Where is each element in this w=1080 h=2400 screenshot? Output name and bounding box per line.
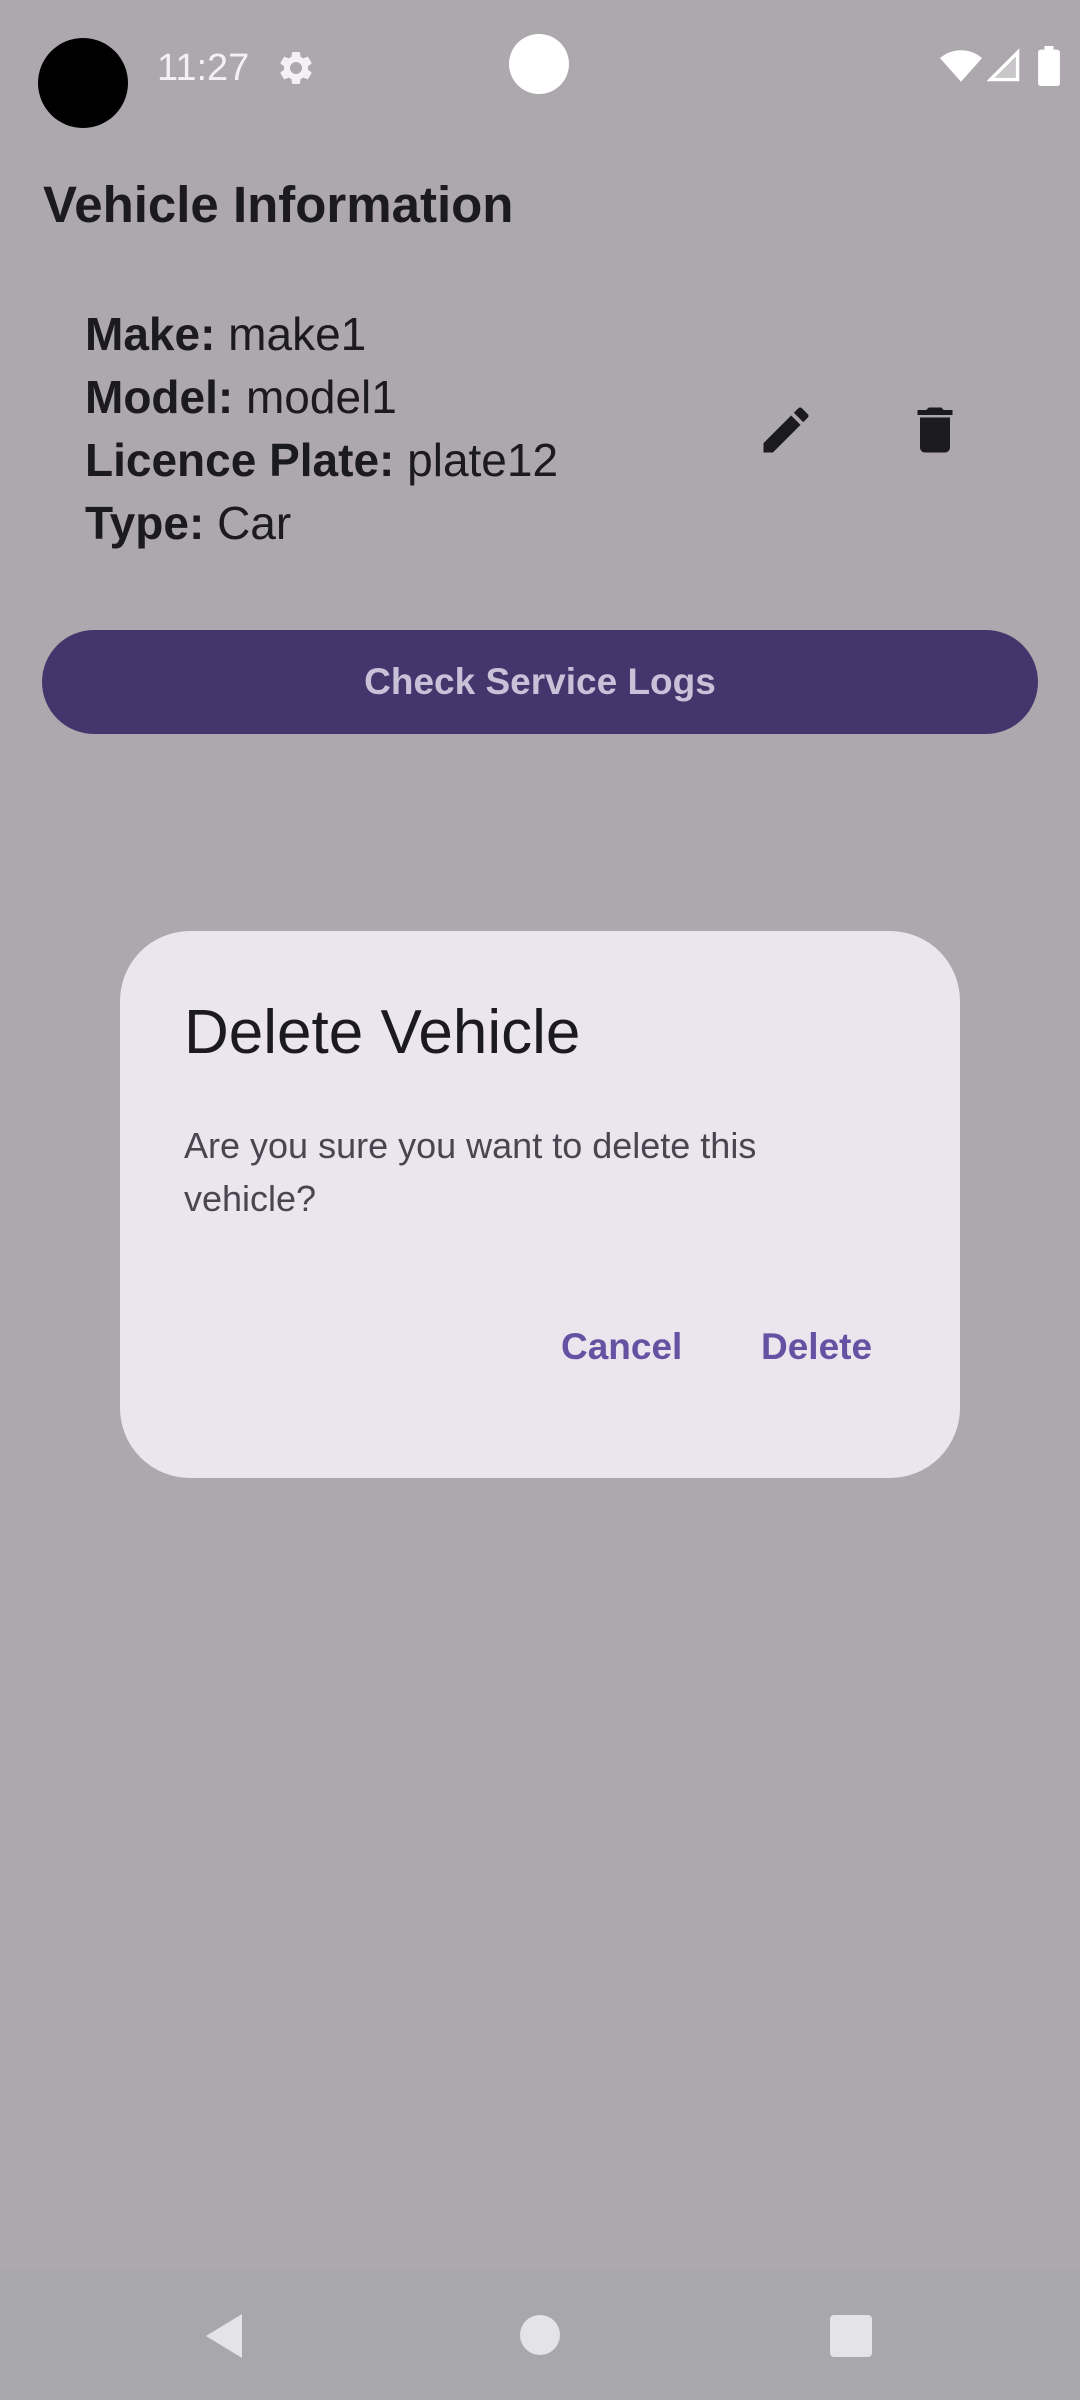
type-value: Car xyxy=(217,497,292,549)
back-icon[interactable] xyxy=(203,2312,245,2360)
type-row: Type: Car xyxy=(85,492,558,555)
home-icon[interactable] xyxy=(520,2315,560,2355)
licence-plate-value: plate12 xyxy=(407,434,559,486)
dialog-title: Delete Vehicle xyxy=(184,998,581,1067)
battery-icon xyxy=(1038,46,1060,86)
navigation-bar xyxy=(0,2270,1080,2400)
recents-icon[interactable] xyxy=(830,2315,872,2357)
front-camera-dot xyxy=(509,34,569,94)
licence-plate-label: Licence Plate: xyxy=(85,434,395,486)
dialog-message: Are you sure you want to delete this veh… xyxy=(184,1125,757,1219)
delete-icon[interactable] xyxy=(905,400,965,460)
status-bar: 11:27 xyxy=(0,0,1080,130)
page-title: Vehicle Information xyxy=(43,176,514,233)
model-value: model1 xyxy=(245,371,397,423)
model-row: Model: model1 xyxy=(85,366,558,429)
make-label: Make: xyxy=(85,308,216,360)
status-time: 11:27 xyxy=(157,47,250,89)
check-service-logs-button[interactable]: Check Service Logs xyxy=(42,630,1038,734)
make-row: Make: make1 xyxy=(85,303,558,366)
licence-plate-row: Licence Plate: plate12 xyxy=(85,429,558,492)
settings-icon xyxy=(280,51,312,84)
camera-cutout xyxy=(38,38,128,128)
vehicle-details: Make: make1 Model: model1 Licence Plate:… xyxy=(85,303,558,555)
confirm-delete-button[interactable]: Delete xyxy=(761,1326,872,1368)
make-value: make1 xyxy=(228,308,367,360)
model-label: Model: xyxy=(85,371,234,423)
signal-icon xyxy=(987,48,1020,82)
delete-vehicle-dialog: Delete Vehicle Are you sure you want to … xyxy=(120,931,960,1478)
edit-icon[interactable] xyxy=(756,400,816,460)
type-label: Type: xyxy=(85,497,205,549)
cancel-button[interactable]: Cancel xyxy=(561,1326,682,1368)
wifi-icon xyxy=(940,50,982,82)
